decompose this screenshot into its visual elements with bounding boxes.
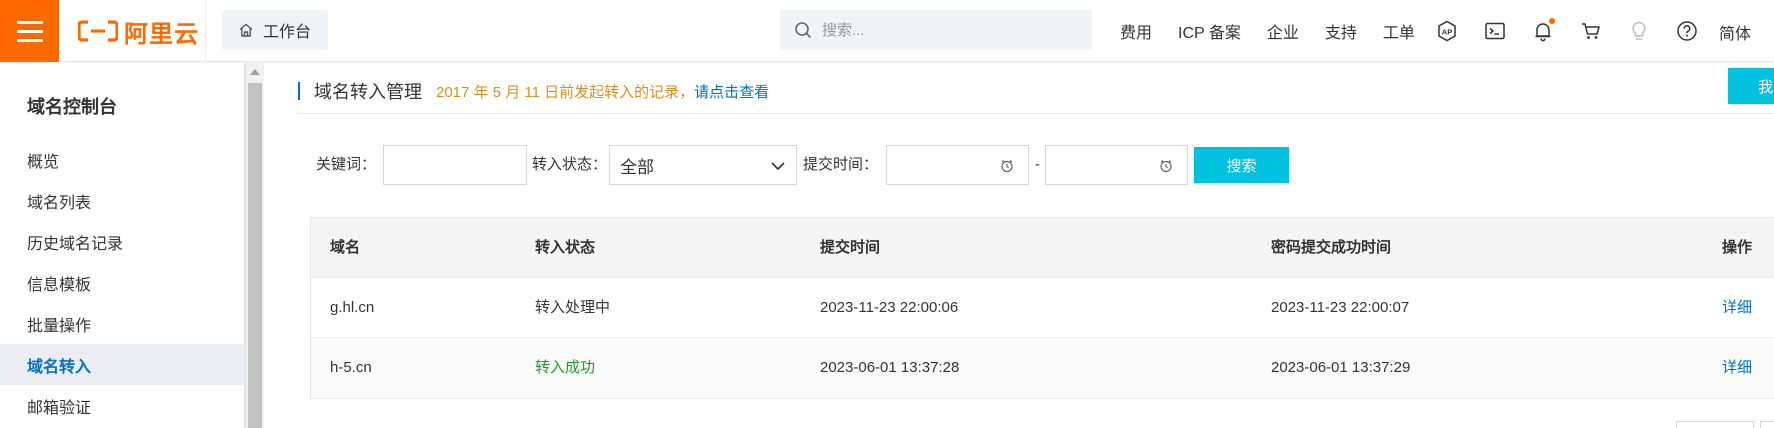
scroll-thumb[interactable] xyxy=(248,83,262,428)
sidebar-title: 域名控制台 xyxy=(27,97,117,117)
col-password-time: 密码提交成功时间 xyxy=(1271,239,1392,256)
clock-icon xyxy=(1160,160,1172,173)
cart-icon[interactable] xyxy=(1579,19,1603,43)
menu-button[interactable] xyxy=(0,0,59,62)
col-action: 操作 xyxy=(1722,239,1753,256)
sidebar-item-templates[interactable]: 信息模板 xyxy=(0,262,245,303)
ap-icon-graphic: AP xyxy=(1438,20,1456,42)
cell-submit-time: 2023-11-23 22:00:06 xyxy=(820,299,959,316)
cart-icon-graphic xyxy=(1582,23,1600,39)
sidebar-item-transfer-in[interactable]: 域名转入 xyxy=(0,344,245,385)
top-icons: AP xyxy=(1435,0,1723,62)
nav-icp[interactable]: ICP 备案 xyxy=(1178,19,1241,43)
date-range-separator: - xyxy=(1035,156,1040,173)
menu-line xyxy=(16,29,43,33)
col-domain: 域名 xyxy=(330,239,361,256)
nav-enterprise[interactable]: 企业 xyxy=(1267,19,1299,43)
sidebar-item-domain-list[interactable]: 域名列表 xyxy=(0,180,245,221)
header-divider xyxy=(298,113,1774,114)
search-input[interactable] xyxy=(822,21,1072,39)
nav-support[interactable]: 支持 xyxy=(1325,19,1357,43)
bell-icon[interactable] xyxy=(1531,18,1555,43)
search-button-label: 搜索 xyxy=(1226,157,1257,175)
workbench-label: 工作台 xyxy=(263,24,312,41)
detail-link[interactable]: 详细 xyxy=(1722,278,1752,338)
global-search xyxy=(780,10,1092,50)
nav-fees[interactable]: 费用 xyxy=(1120,19,1152,43)
table-header: 域名 转入状态 提交时间 密码提交成功时间 操作 xyxy=(311,218,1774,278)
sidebar-item-overview[interactable]: 概览 xyxy=(0,139,245,180)
table-row: h-5.cn 转入成功 2023-06-01 13:37:28 2023-06-… xyxy=(311,338,1774,398)
home-icon xyxy=(239,23,253,37)
lightbulb-icon-graphic xyxy=(1632,21,1646,40)
language-switch[interactable]: 简体 xyxy=(1719,20,1751,44)
title-accent-bar xyxy=(298,82,300,100)
cell-domain: g.hl.cn xyxy=(330,299,375,316)
submit-time-label: 提交时间： xyxy=(803,156,879,173)
aliyun-logo[interactable]: 阿里云 xyxy=(78,16,199,48)
top-divider xyxy=(205,0,206,62)
pager-button[interactable] xyxy=(1760,421,1774,428)
status-select-value: 全部 xyxy=(620,157,654,177)
sidebar-item-email-verify[interactable]: 邮箱验证 xyxy=(0,385,245,426)
terminal-icon-graphic xyxy=(1485,22,1505,40)
keyword-input[interactable] xyxy=(384,146,526,184)
sidebar-item-label: 域名列表 xyxy=(27,194,92,212)
keyword-label: 关键词： xyxy=(316,156,377,173)
sidebar-item-label: 域名转入 xyxy=(27,358,92,376)
sidebar-scrollbar[interactable] xyxy=(245,63,264,428)
sidebar-item-history[interactable]: 历史域名记录 xyxy=(0,221,245,262)
cell-submit-time: 2023-06-01 13:37:28 xyxy=(820,359,960,376)
aliyun-logo-icon xyxy=(78,20,118,42)
corner-action-label: 我 xyxy=(1758,78,1774,96)
status-select[interactable]: 全部 xyxy=(609,145,797,185)
clock-icon xyxy=(1001,160,1013,173)
start-date-picker[interactable] xyxy=(886,145,1029,185)
sidebar: 域名控制台 概览 域名列表 历史域名记录 信息模板 批量操作 域名转入 邮箱验证 xyxy=(0,63,245,428)
notification-dot xyxy=(1549,18,1555,24)
col-status: 转入状态 xyxy=(535,239,596,256)
top-nav: 费用 ICP 备案 企业 支持 工单 xyxy=(1120,0,1441,62)
sidebar-item-label: 批量操作 xyxy=(27,317,92,335)
search-button[interactable]: 搜索 xyxy=(1194,147,1289,183)
cell-password-time: 2023-11-23 22:00:07 xyxy=(1271,299,1410,316)
svg-text:AP: AP xyxy=(1442,28,1452,37)
sidebar-item-label: 历史域名记录 xyxy=(27,235,124,253)
page-size-select[interactable] xyxy=(1676,421,1754,428)
legacy-notice-link[interactable]: 请点击查看 xyxy=(694,81,769,102)
chevron-down-icon xyxy=(771,162,785,171)
cell-status: 转入成功 xyxy=(535,359,596,376)
page-header: 域名转入管理 2017 年 5 月 11 日前发起转入的记录， 请点击查看 xyxy=(298,78,769,104)
search-icon xyxy=(795,22,812,39)
sidebar-item-label: 邮箱验证 xyxy=(27,399,92,417)
cell-status: 转入处理中 xyxy=(535,299,611,316)
sidebar-item-batch[interactable]: 批量操作 xyxy=(0,303,245,344)
nav-ticket[interactable]: 工单 xyxy=(1383,19,1415,43)
terminal-icon[interactable] xyxy=(1483,19,1507,43)
menu-line xyxy=(16,38,43,42)
cell-password-time: 2023-06-01 13:37:29 xyxy=(1271,359,1411,376)
help-icon-graphic xyxy=(1677,21,1697,41)
help-icon[interactable] xyxy=(1675,19,1699,43)
corner-action-button[interactable]: 我 xyxy=(1728,68,1774,104)
col-submit-time: 提交时间 xyxy=(820,239,881,256)
legacy-notice: 2017 年 5 月 11 日前发起转入的记录， xyxy=(436,83,695,101)
table-row: g.hl.cn 转入处理中 2023-11-23 22:00:06 2023-1… xyxy=(311,278,1774,338)
sidebar-item-label: 概览 xyxy=(27,153,60,171)
transfer-table: 域名 转入状态 提交时间 密码提交成功时间 操作 g.hl.cn 转入处理中 2… xyxy=(310,217,1774,399)
brand-name: 阿里云 xyxy=(124,20,199,48)
top-bar: 阿里云 工作台 费用 ICP 备案 企业 支持 工单 AP xyxy=(0,0,1774,62)
keyword-field[interactable] xyxy=(383,145,527,185)
ap-icon[interactable]: AP xyxy=(1435,19,1459,43)
detail-link[interactable]: 详细 xyxy=(1722,338,1752,398)
lightbulb-icon[interactable] xyxy=(1627,19,1651,43)
workbench-button[interactable]: 工作台 xyxy=(222,10,328,50)
page-title: 域名转入管理 xyxy=(314,82,422,102)
sidebar-item-label: 信息模板 xyxy=(27,276,92,294)
status-label: 转入状态： xyxy=(532,156,608,173)
end-date-picker[interactable] xyxy=(1045,145,1188,185)
scroll-up-arrow[interactable] xyxy=(250,69,260,75)
menu-line xyxy=(16,20,43,24)
cell-domain: h-5.cn xyxy=(330,359,372,376)
